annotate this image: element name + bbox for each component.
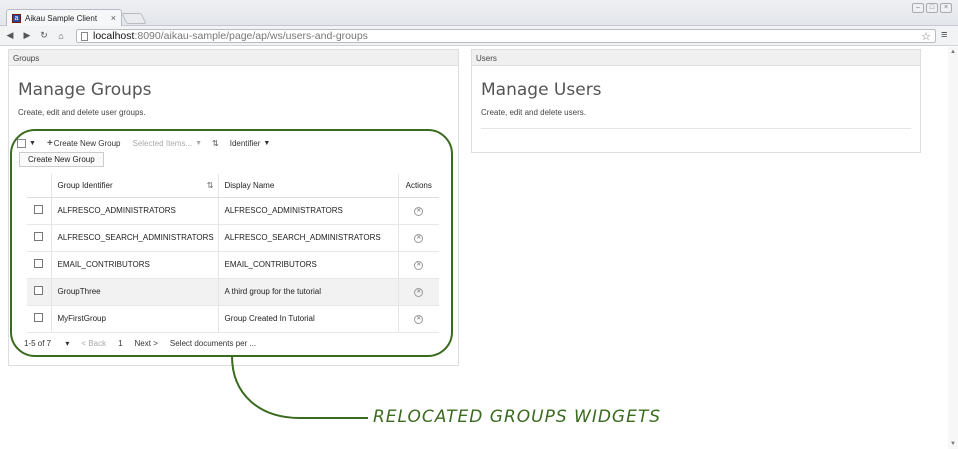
display-name-cell[interactable]: EMAIL_CONTRIBUTORS — [218, 251, 399, 279]
scroll-down-icon[interactable]: ▼ — [950, 441, 956, 447]
browser-toolbar: ◀ ▶ ↻ ⌂ localhost :8090/aikau-sample/pag… — [0, 26, 958, 46]
address-bar[interactable]: localhost :8090/aikau-sample/page/ap/ws/… — [76, 29, 936, 43]
delete-icon[interactable]: ✕ — [414, 315, 424, 324]
maximize-icon[interactable]: □ — [926, 3, 938, 13]
column-header-actions: Actions — [398, 174, 439, 198]
page-size-menu[interactable]: Select documents per ... — [170, 339, 256, 348]
table-row[interactable]: MyFirstGroup Group Created In Tutorial ✕ — [27, 305, 439, 333]
table-row[interactable]: ALFRESCO_SEARCH_ADMINISTRATORS ALFRESCO_… — [27, 224, 439, 252]
group-identifier-cell: GroupThree — [51, 278, 219, 306]
display-name-cell[interactable]: ALFRESCO_SEARCH_ADMINISTRATORS — [218, 224, 399, 252]
plus-icon[interactable]: + — [47, 138, 53, 149]
groups-panel: Groups Manage Groups Create, edit and de… — [8, 49, 459, 366]
display-name-cell[interactable]: Group Created In Tutorial — [218, 305, 399, 333]
row-checkbox[interactable] — [34, 232, 44, 241]
column-header-display-name: Display Name — [218, 174, 399, 198]
window-close-icon[interactable]: × — [940, 3, 952, 13]
sort-field-caret-icon[interactable]: ▼ — [263, 140, 270, 147]
browser-titlebar: a Aikau Sample Client × – □ × — [0, 0, 958, 26]
page-scrollbar[interactable]: ▲ ▼ — [948, 47, 958, 449]
sort-icon[interactable]: ⇅ — [212, 139, 219, 148]
groups-table: Group Identifier ⇅ Display Name Actions … — [27, 174, 439, 333]
column-sort-icon[interactable]: ⇅ — [207, 181, 214, 190]
minimize-icon[interactable]: – — [912, 3, 924, 13]
delete-icon[interactable]: ✕ — [414, 288, 424, 297]
column-header-group-identifier[interactable]: Group Identifier ⇅ — [51, 174, 219, 198]
manage-groups-title: Manage Groups — [18, 80, 152, 100]
pagination: 1-5 of 7 ▾ < Back 1 Next > Select docume… — [24, 339, 268, 348]
select-all-checkbox[interactable] — [17, 139, 26, 148]
selected-items-caret-icon[interactable]: ▼ — [195, 140, 202, 147]
menu-icon[interactable]: ≡ — [941, 29, 947, 41]
manage-users-subtitle: Create, edit and delete users. — [481, 108, 586, 117]
page-range-menu[interactable]: 1-5 of 7 ▾ — [24, 339, 69, 348]
reload-icon[interactable]: ↻ — [37, 30, 51, 41]
row-checkbox[interactable] — [34, 286, 44, 295]
delete-icon[interactable]: ✕ — [414, 234, 424, 243]
favicon-icon: a — [12, 13, 21, 23]
browser-tab[interactable]: a Aikau Sample Client × — [6, 9, 122, 26]
home-icon[interactable]: ⌂ — [54, 31, 68, 41]
tab-close-icon[interactable]: × — [111, 13, 116, 23]
manage-groups-subtitle: Create, edit and delete user groups. — [18, 108, 146, 117]
column-label: Group Identifier — [57, 180, 113, 190]
annotation-label: RELOCATED GROUPS WIDGETS — [373, 407, 662, 427]
users-panel: Users Manage Users Create, edit and dele… — [471, 49, 921, 153]
groups-panel-header: Groups — [9, 50, 458, 66]
toolbar-create-group-link[interactable]: Create New Group — [54, 139, 121, 148]
table-row[interactable]: ALFRESCO_ADMINISTRATORS ALFRESCO_ADMINIS… — [27, 197, 439, 225]
url-path: :8090/aikau-sample/page/ap/ws/users-and-… — [134, 30, 368, 42]
back-arrow-icon[interactable]: ◀ — [3, 30, 17, 41]
row-checkbox[interactable] — [34, 259, 44, 268]
group-identifier-cell: MyFirstGroup — [51, 305, 219, 333]
scroll-up-icon[interactable]: ▲ — [950, 49, 956, 55]
select-menu-caret-icon[interactable]: ▼ — [29, 140, 36, 147]
group-identifier-cell: ALFRESCO_SEARCH_ADMINISTRATORS — [51, 224, 219, 252]
header-checkbox-cell — [27, 174, 52, 198]
next-button[interactable]: Next > — [135, 339, 158, 348]
table-header-row: Group Identifier ⇅ Display Name Actions — [27, 174, 439, 198]
new-tab-button[interactable] — [121, 13, 147, 24]
selected-items-menu[interactable]: Selected Items... — [132, 139, 192, 148]
group-identifier-cell: EMAIL_CONTRIBUTORS — [51, 251, 219, 279]
groups-list-toolbar: ▼ + Create New Group Selected Items... ▼… — [9, 138, 458, 149]
users-panel-header: Users — [472, 50, 920, 66]
display-name-cell[interactable]: A third group for the tutorial — [218, 278, 399, 306]
delete-icon[interactable]: ✕ — [414, 261, 424, 270]
back-button[interactable]: < Back — [81, 339, 106, 348]
group-identifier-cell: ALFRESCO_ADMINISTRATORS — [51, 197, 219, 225]
sort-field-menu[interactable]: Identifier — [230, 139, 261, 148]
tab-title: Aikau Sample Client — [25, 13, 98, 23]
table-row[interactable]: EMAIL_CONTRIBUTORS EMAIL_CONTRIBUTORS ✕ — [27, 251, 439, 279]
row-checkbox[interactable] — [34, 205, 44, 214]
divider — [481, 128, 911, 129]
star-icon[interactable]: ☆ — [921, 30, 931, 43]
display-name-cell[interactable]: ALFRESCO_ADMINISTRATORS — [218, 197, 399, 225]
row-checkbox[interactable] — [34, 313, 44, 322]
forward-arrow-icon[interactable]: ▶ — [20, 30, 34, 41]
page-number[interactable]: 1 — [118, 339, 122, 348]
manage-users-title: Manage Users — [481, 80, 602, 100]
url-host: localhost — [93, 30, 135, 42]
table-row[interactable]: GroupThree A third group for the tutoria… — [27, 278, 439, 306]
delete-icon[interactable]: ✕ — [414, 207, 424, 216]
window-controls: – □ × — [912, 3, 952, 13]
page-icon — [81, 31, 88, 41]
create-new-group-button[interactable]: Create New Group — [19, 152, 104, 167]
page-range-label: 1-5 of 7 — [24, 339, 52, 348]
